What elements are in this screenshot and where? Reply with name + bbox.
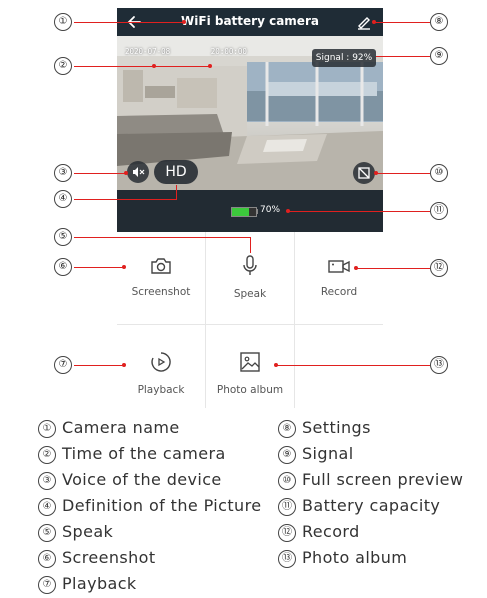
camera-name: WiFi battery camera bbox=[181, 14, 319, 28]
timestamp-date: 2020-07-08 bbox=[125, 47, 171, 56]
legend-left-4: ④ Definition of the Picture bbox=[38, 496, 261, 516]
callout-dot-2b bbox=[208, 64, 212, 68]
callout-4: ④ bbox=[54, 190, 72, 208]
legend-left-5: ⑤ Speak bbox=[38, 522, 113, 542]
callout-dot-10 bbox=[374, 171, 378, 175]
callout-6: ⑥ bbox=[54, 258, 72, 276]
callout-5: ⑤ bbox=[54, 228, 72, 246]
speak-label: Speak bbox=[233, 288, 267, 300]
callout-line-7 bbox=[74, 365, 124, 366]
callout-dot-12 bbox=[354, 266, 358, 270]
callout-line-8 bbox=[374, 22, 430, 23]
legend-right-10: ⑩ Full screen preview bbox=[278, 470, 463, 490]
settings-edit-icon[interactable] bbox=[355, 13, 373, 31]
callout-dot-8 bbox=[372, 20, 376, 24]
timestamp-time: 20:00:00 bbox=[210, 47, 247, 56]
callout-dot-13 bbox=[274, 363, 278, 367]
callout-line-12 bbox=[356, 268, 430, 269]
microphone-icon bbox=[243, 255, 257, 275]
legend-left-2: ② Time of the camera bbox=[38, 444, 226, 464]
mute-speaker-icon[interactable] bbox=[127, 161, 149, 183]
callout-13: ⑬ bbox=[430, 356, 448, 374]
callout-line-9 bbox=[376, 56, 430, 57]
camera-icon bbox=[151, 258, 171, 274]
battery-nub bbox=[256, 209, 258, 214]
photo-album-label: Photo album bbox=[216, 384, 284, 396]
definition-hd-button[interactable]: HD bbox=[154, 160, 198, 184]
callout-line-2 bbox=[74, 66, 210, 67]
callout-vline-4 bbox=[176, 185, 177, 200]
callout-dot-11 bbox=[286, 209, 290, 213]
legend-left-7: ⑦ Playback bbox=[38, 574, 137, 594]
callout-2: ② bbox=[54, 57, 72, 75]
legend-left-1: ① Camera name bbox=[38, 418, 180, 438]
video-preview[interactable]: 2020-07-08 20:00:00 Signal : 92% HD bbox=[117, 36, 383, 190]
callout-line-4 bbox=[74, 199, 176, 200]
record-button[interactable]: Record bbox=[295, 256, 383, 298]
callout-8: ⑧ bbox=[430, 13, 448, 31]
playback-label: Playback bbox=[137, 384, 185, 396]
battery-indicator bbox=[231, 207, 257, 217]
camera-timestamp: 2020-07-08 20:00:00 bbox=[125, 47, 247, 56]
screenshot-label: Screenshot bbox=[131, 286, 191, 298]
callout-dot-2a bbox=[152, 64, 156, 68]
callout-11: ⑪ bbox=[430, 202, 448, 220]
legend-left-3: ③ Voice of the device bbox=[38, 470, 222, 490]
callout-line-10 bbox=[376, 173, 430, 174]
playback-button[interactable]: Playback bbox=[117, 350, 205, 396]
callout-line-3 bbox=[74, 173, 126, 174]
callout-line-5 bbox=[74, 237, 250, 238]
callout-9: ⑨ bbox=[430, 47, 448, 65]
callout-10: ⑩ bbox=[430, 164, 448, 182]
callout-line-1 bbox=[74, 22, 184, 23]
callout-vline-5 bbox=[250, 237, 251, 253]
playback-icon bbox=[151, 352, 171, 372]
callout-3: ③ bbox=[54, 164, 72, 182]
fullscreen-icon[interactable] bbox=[353, 162, 375, 184]
video-camera-icon bbox=[328, 260, 350, 273]
screenshot-button[interactable]: Screenshot bbox=[117, 256, 205, 298]
signal-badge: Signal : 92% bbox=[312, 49, 376, 67]
photo-album-button[interactable]: Photo album bbox=[206, 350, 294, 396]
callout-dot-7 bbox=[122, 363, 126, 367]
battery-percent: 70% bbox=[260, 205, 281, 215]
callout-dot-6 bbox=[122, 265, 126, 269]
callout-line-11 bbox=[288, 211, 430, 212]
callout-line-13 bbox=[276, 365, 430, 366]
legend-right-8: ⑧ Settings bbox=[278, 418, 371, 438]
callout-7: ⑦ bbox=[54, 356, 72, 374]
battery-fill bbox=[232, 208, 249, 216]
legend-left-6: ⑥ Screenshot bbox=[38, 548, 156, 568]
callout-dot-1 bbox=[182, 20, 186, 24]
callout-12: ⑫ bbox=[430, 259, 448, 277]
legend-right-9: ⑨ Signal bbox=[278, 444, 354, 464]
grid-hline bbox=[117, 324, 383, 325]
callout-1: ① bbox=[54, 13, 72, 31]
speak-button[interactable]: Speak bbox=[206, 254, 294, 300]
legend-right-11: ⑪ Battery capacity bbox=[278, 496, 440, 516]
callout-line-6 bbox=[74, 267, 124, 268]
control-grid: Screenshot Speak Record Playback Photo a… bbox=[117, 232, 383, 408]
legend-right-12: ⑫ Record bbox=[278, 522, 360, 542]
callout-dot-3 bbox=[124, 171, 128, 175]
legend-right-13: ⑬ Photo album bbox=[278, 548, 407, 568]
record-label: Record bbox=[320, 286, 358, 298]
image-icon bbox=[240, 352, 260, 372]
